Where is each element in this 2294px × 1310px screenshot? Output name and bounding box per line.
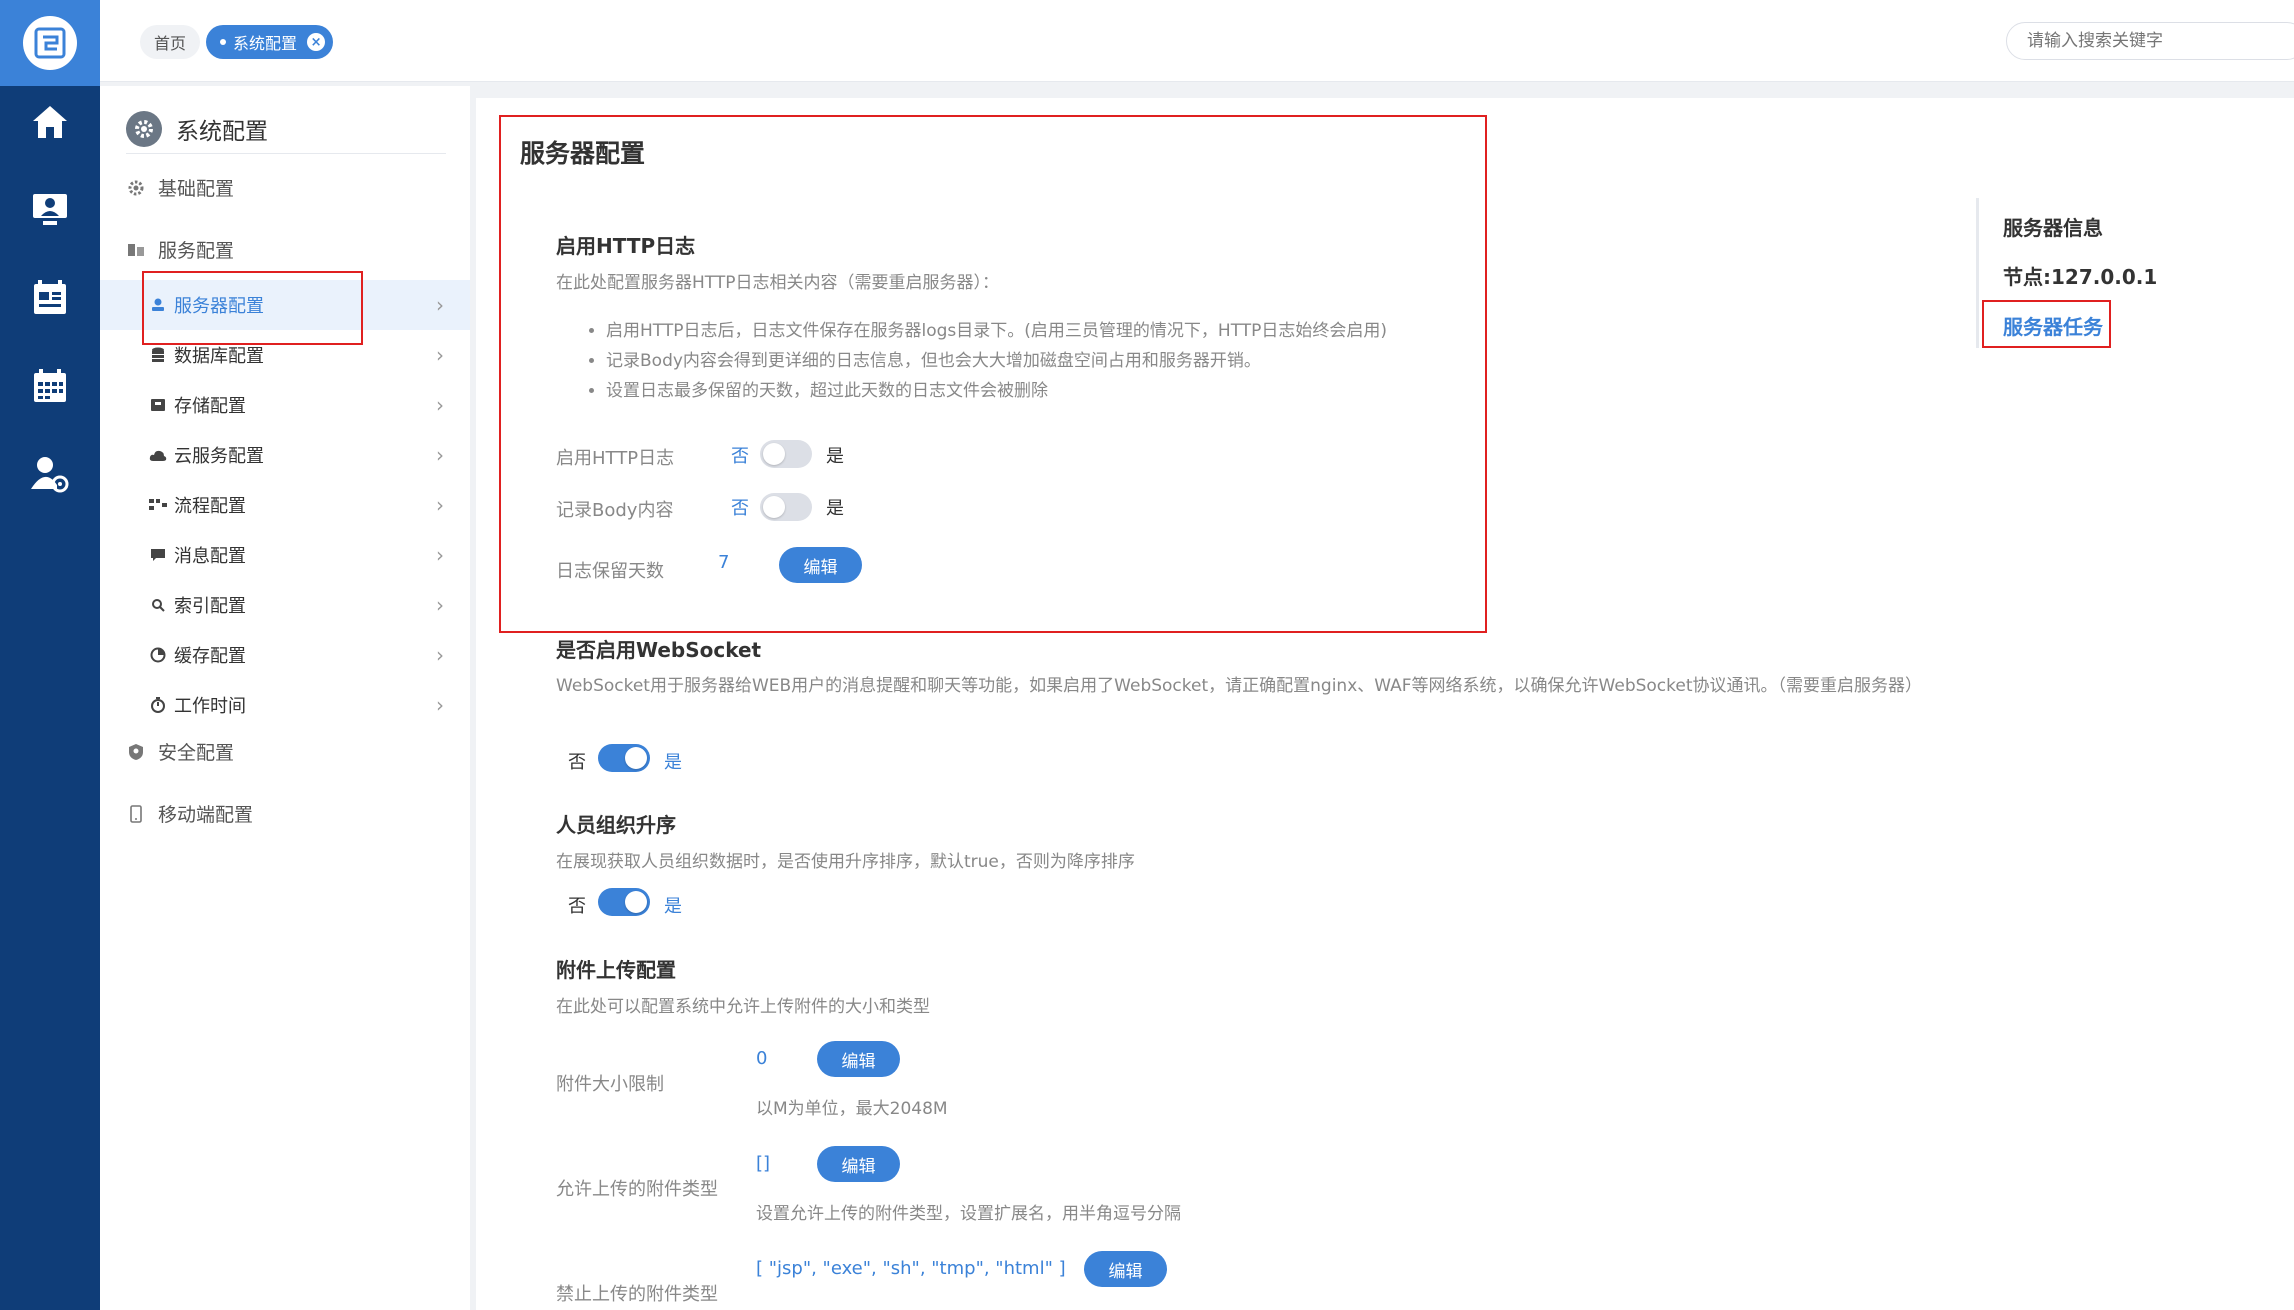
server-icon [126, 240, 146, 260]
sidebar-group-label: 基础配置 [158, 178, 235, 200]
edit-denied-types-button[interactable]: 编辑 [1084, 1251, 1167, 1287]
allowed-types-hint: 设置允许上传的附件类型，设置扩展名，用半角逗号分隔 [756, 1204, 1181, 1224]
home-icon [33, 106, 67, 138]
denied-types-label: 禁止上传的附件类型 [556, 1284, 718, 1305]
chevron-right-icon: › [436, 643, 444, 667]
chevron-right-icon: › [436, 343, 444, 367]
mobile-icon [126, 804, 146, 824]
sidebar-item-label: 存储配置 [174, 396, 246, 417]
tab-system-config-label: 系统配置 [233, 34, 298, 53]
rail-home[interactable] [0, 82, 100, 162]
anchor-server-info[interactable]: 服务器信息 [2003, 212, 2103, 241]
sidebar-group-label: 移动端配置 [158, 804, 254, 826]
attachment-size-label: 附件大小限制 [556, 1074, 664, 1095]
sidebar-item-cloud[interactable]: 云服务配置 › [100, 430, 470, 480]
rail-user-settings[interactable] [0, 434, 100, 514]
database-icon [148, 345, 168, 365]
org-sort-description: 在展现获取人员组织数据时，是否使用升序排序，默认true，否则为降序排序 [556, 852, 1135, 872]
toggle-yes-label: 是 [664, 896, 682, 917]
sidebar-item-label: 云服务配置 [174, 446, 264, 467]
sidebar-group-basic[interactable]: 基础配置 [126, 174, 234, 201]
highlight-box-sidebar [142, 271, 363, 345]
anchor-node[interactable]: 节点:127.0.0.1 [2003, 261, 2157, 290]
sidebar-item-label: 流程配置 [174, 496, 246, 517]
attachment-description: 在此处可以配置系统中允许上传附件的大小和类型 [556, 997, 930, 1017]
sidebar-item-message[interactable]: 消息配置 › [100, 530, 470, 580]
edit-attachment-size-button[interactable]: 编辑 [817, 1041, 900, 1077]
chevron-right-icon: › [436, 443, 444, 467]
rail-calendar[interactable] [0, 346, 100, 426]
sidebar-item-index[interactable]: 索引配置 › [100, 580, 470, 630]
chevron-right-icon: › [436, 493, 444, 517]
allowed-types-label: 允许上传的附件类型 [556, 1179, 718, 1200]
sidebar-item-cache[interactable]: 缓存配置 › [100, 630, 470, 680]
sidebar-group-label: 服务配置 [158, 240, 235, 262]
websocket-description: WebSocket用于服务器给WEB用户的消息提醒和聊天等功能，如果启用了Web… [556, 676, 1923, 696]
search-icon [148, 595, 168, 615]
sidebar-item-workflow[interactable]: 流程配置 › [100, 480, 470, 530]
tab-system-config[interactable]: 系统配置 × [206, 25, 334, 59]
search-input[interactable] [2006, 22, 2294, 60]
sidebar-group-mobile[interactable]: 移动端配置 [126, 800, 253, 827]
gear-icon [126, 110, 162, 147]
sidebar-item-label: 数据库配置 [174, 346, 264, 367]
storage-icon [148, 395, 168, 415]
chevron-right-icon: › [436, 593, 444, 617]
close-tab-icon[interactable]: × [307, 33, 326, 51]
attachment-size-value: 0 [756, 1048, 768, 1069]
tab-home-label: 首页 [154, 34, 187, 53]
websocket-heading: 是否启用WebSocket [556, 638, 762, 662]
sidebar-item-label: 消息配置 [174, 546, 246, 567]
org-sort-toggle[interactable] [598, 888, 650, 916]
app-logo[interactable] [0, 0, 100, 86]
workflow-icon [148, 495, 168, 515]
attachment-size-hint: 以M为单位，最大2048M [756, 1099, 948, 1119]
toggle-no-label: 否 [568, 752, 586, 773]
toggle-knob [625, 747, 647, 769]
config-sidebar: 系统配置 基础配置 服务配置 服务器配置 › 数据库配置 › 存储配置 › 云服… [100, 86, 470, 1310]
toggle-knob [625, 891, 647, 913]
app-rail [0, 0, 100, 1310]
message-icon [148, 545, 168, 565]
top-bar: 首页 系统配置 × [100, 0, 2294, 82]
edit-allowed-types-button[interactable]: 编辑 [817, 1146, 900, 1182]
rail-monitor[interactable] [0, 170, 100, 250]
chevron-right-icon: › [436, 293, 444, 317]
pie-icon [148, 645, 168, 665]
active-dot-icon [220, 39, 226, 45]
highlight-box-main [499, 115, 1487, 633]
report-icon [34, 280, 66, 314]
sidebar-item-label: 缓存配置 [174, 646, 246, 667]
denied-types-value: [ "jsp", "exe", "sh", "tmp", "html" ] [756, 1258, 1066, 1279]
logo-icon [23, 16, 77, 70]
shield-icon [126, 742, 146, 762]
toggle-yes-label: 是 [664, 752, 682, 773]
sidebar-group-label: 安全配置 [158, 742, 235, 764]
timer-icon [148, 695, 168, 715]
sidebar-item-label: 索引配置 [174, 596, 246, 617]
websocket-toggle[interactable] [598, 744, 650, 772]
rail-report[interactable] [0, 258, 100, 338]
chevron-right-icon: › [436, 693, 444, 717]
sidebar-group-security[interactable]: 安全配置 [126, 738, 234, 765]
sidebar-item-label: 工作时间 [174, 696, 246, 717]
allowed-types-value: [] [756, 1153, 771, 1174]
user-gear-icon [31, 457, 69, 493]
cog-icon [126, 178, 146, 198]
calendar-icon [34, 369, 66, 402]
sidebar-group-service[interactable]: 服务配置 [126, 236, 234, 263]
cloud-icon [148, 445, 168, 465]
sidebar-title: 系统配置 [126, 104, 446, 154]
attachment-heading: 附件上传配置 [556, 958, 676, 982]
user-monitor-icon [33, 194, 67, 225]
chevron-right-icon: › [436, 393, 444, 417]
org-sort-heading: 人员组织升序 [556, 813, 676, 837]
toggle-no-label: 否 [568, 896, 586, 917]
sidebar-item-worktime[interactable]: 工作时间 › [100, 680, 470, 730]
chevron-right-icon: › [436, 543, 444, 567]
sidebar-title-text: 系统配置 [176, 118, 268, 145]
tab-home[interactable]: 首页 [140, 25, 201, 59]
sidebar-item-storage[interactable]: 存储配置 › [100, 380, 470, 430]
highlight-box-anchor [1982, 300, 2111, 348]
